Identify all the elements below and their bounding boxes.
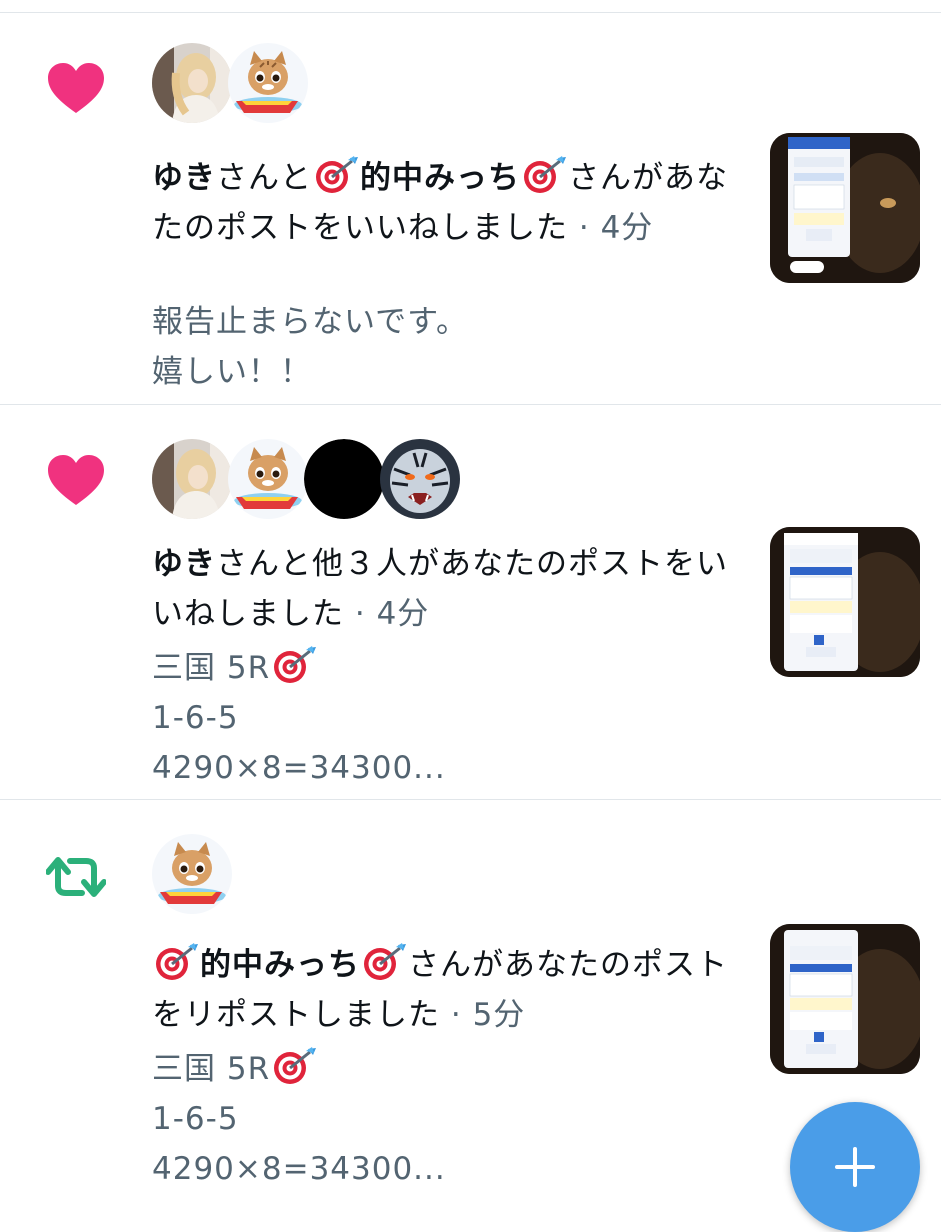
post-preview: 三国 5R 1-6-5 4290×8=34300... (152, 643, 712, 793)
post-line: 嬉しい！！ (152, 354, 312, 390)
avatar-tekichu-micchi[interactable] (228, 439, 308, 519)
actor-name[interactable]: 的中みっち (200, 947, 360, 983)
heart-icon (46, 453, 106, 507)
actor-name[interactable]: ゆき (152, 546, 216, 582)
compose-button[interactable] (790, 1102, 920, 1232)
separator: · (440, 997, 473, 1033)
dart-emoji-icon (520, 156, 568, 194)
actor2-name[interactable]: 的中みっち (360, 160, 520, 196)
post-line: 三国 5R (152, 650, 271, 686)
post-thumbnail[interactable] (770, 924, 920, 1074)
notification-headline: ゆきさんと 的中みっち さんがあなたのポストをいいねしました · 4分 (152, 153, 742, 253)
post-preview: 報告止まらないです。 嬉しい！！ (152, 297, 712, 397)
timestamp: 5分 (472, 997, 526, 1033)
actor-name[interactable]: ゆき (152, 160, 216, 196)
notification-headline: ゆきさんと他３人があなたのポストをいいねしました · 4分 (152, 539, 742, 639)
timestamp: 4分 (376, 596, 430, 632)
heart-icon (46, 61, 106, 115)
dart-emoji-icon (270, 646, 318, 684)
post-line: 1-6-5 (152, 1101, 239, 1137)
repost-icon (45, 850, 107, 904)
post-thumbnail[interactable] (770, 527, 920, 677)
notification-headline: 的中みっち さんがあなたのポストをリポストしました · 5分 (152, 940, 742, 1040)
post-preview: 三国 5R 1-6-5 4290×8=34300... (152, 1044, 712, 1194)
dart-emoji-icon (312, 156, 360, 194)
avatar-tiger[interactable] (380, 439, 460, 519)
avatar-yuki[interactable] (152, 43, 232, 123)
headline-text: さんと他３人があなたのポストをいいねしました (152, 546, 728, 632)
plus-icon (835, 1147, 875, 1187)
post-thumbnail[interactable] (770, 133, 920, 283)
avatar-tekichu-micchi[interactable] (152, 834, 232, 914)
separator: · (344, 596, 377, 632)
avatar-tekichu-micchi[interactable] (228, 43, 308, 123)
post-line: 報告止まらないです。 (152, 304, 468, 340)
post-line: 4290×8=34300... (152, 750, 446, 786)
post-line: 三国 5R (152, 1051, 271, 1087)
dart-emoji-icon (270, 1047, 318, 1085)
separator: · (568, 210, 601, 246)
post-line: 1-6-5 (152, 700, 239, 736)
notification-like-2[interactable]: ゆきさんと他３人があなたのポストをいいねしました · 4分 三国 5R 1-6-… (0, 405, 941, 799)
notification-like-1[interactable]: ゆきさんと 的中みっち さんがあなたのポストをいいねしました · 4分 報告止まらな… (0, 13, 941, 404)
post-line: 4290×8=34300... (152, 1151, 446, 1187)
dart-emoji-icon (152, 943, 200, 981)
avatar-black[interactable] (304, 439, 384, 519)
avatar-yuki[interactable] (152, 439, 232, 519)
headline-text: さんと (216, 160, 312, 196)
timestamp: 4分 (600, 210, 654, 246)
dart-emoji-icon (360, 943, 408, 981)
